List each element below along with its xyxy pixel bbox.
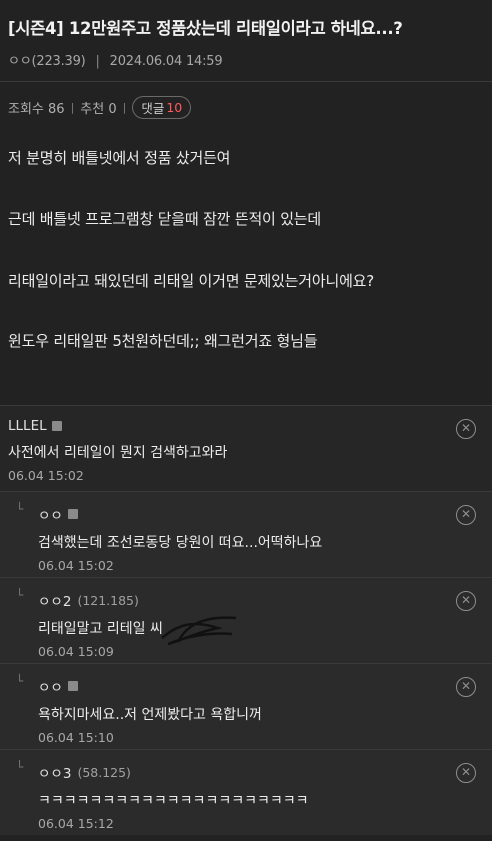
comment-author[interactable]: ㅇㅇ <box>38 676 262 696</box>
comment-author-name: LLLEL <box>8 418 47 434</box>
post-author[interactable]: ㅇㅇ(223.39) <box>8 54 86 69</box>
comment-author[interactable]: LLLEL <box>8 418 227 434</box>
comment-text: ㅋㅋㅋㅋㅋㅋㅋㅋㅋㅋㅋㅋㅋㅋㅋㅋㅋㅋㅋㅋㅋ <box>38 793 309 809</box>
comment-item: LLLEL 사전에서 리테일이 뭔지 검색하고와라 06.04 15:02 ✕ <box>0 405 492 491</box>
comment-item: └ ㅇㅇ 검색했는데 조선로동당 당원이 떠요...어떡하나요 06.04 15… <box>0 491 492 577</box>
post-body-line: 윈도우 리태일판 5천원하던데;; 왜그런거죠 형님들 <box>8 332 318 350</box>
post-body-line: 근데 배틀넷 프로그램창 닫을때 잠깐 뜬적이 있는데 <box>8 210 322 228</box>
post-title: [시즌4] 12만원주고 정품샀는데 리태일이라고 하네요...? <box>8 19 403 38</box>
post-header: [시즌4] 12만원주고 정품샀는데 리태일이라고 하네요...? ㅇㅇ(223… <box>0 0 492 82</box>
close-circle-icon[interactable]: ✕ <box>456 419 476 439</box>
user-badge-icon <box>67 509 78 519</box>
comment-time: 06.04 15:12 <box>38 816 114 831</box>
comment-ip: (121.185) <box>77 592 139 608</box>
close-circle-icon[interactable]: ✕ <box>456 677 476 697</box>
comment-time: 06.04 15:09 <box>38 644 114 659</box>
post-meta: ㅇㅇ(223.39) | 2024.06.04 14:59 <box>8 50 484 69</box>
comment-author-name: ㅇㅇ2 <box>38 594 72 610</box>
close-circle-icon[interactable]: ✕ <box>456 763 476 783</box>
stats-separator: | <box>122 101 127 114</box>
close-circle-icon[interactable]: ✕ <box>456 591 476 611</box>
post-body-line: 리태일이라고 돼있던데 리태일 이거면 문제있는거아니에요? <box>8 272 375 290</box>
recommend-count: 추천 0 <box>80 102 117 117</box>
reply-arrow-icon: └ <box>16 588 24 602</box>
comment-time: 06.04 15:02 <box>8 468 84 483</box>
close-circle-icon[interactable]: ✕ <box>456 505 476 525</box>
comment-text: 욕하지마세요..저 언제봤다고 욕합니꺼 <box>38 707 262 723</box>
comments-label: 댓글 <box>141 101 165 116</box>
comment-ip: (58.125) <box>77 764 131 780</box>
comment-item: └ ㅇㅇ 욕하지마세요..저 언제봤다고 욕합니꺼 06.04 15:10 ✕ <box>0 663 492 749</box>
post-date: 2024.06.04 14:59 <box>109 54 223 69</box>
scribble-redaction <box>161 616 237 646</box>
stats-separator: | <box>70 101 75 114</box>
comments-count: 10 <box>166 100 183 115</box>
comment-item: └ ㅇㅇ3 (58.125) ㅋㅋㅋㅋㅋㅋㅋㅋㅋㅋㅋㅋㅋㅋㅋㅋㅋㅋㅋㅋㅋ 06.… <box>0 749 492 835</box>
reply-arrow-icon: └ <box>16 502 24 516</box>
comments-button[interactable]: 댓글 10 <box>132 96 192 119</box>
post-body: 저 분명히 배틀넷에서 정품 샀거든여 근데 배틀넷 프로그램창 닫을때 잠깐 … <box>0 125 492 379</box>
user-badge-icon <box>51 421 62 431</box>
comment-text: 사전에서 리테일이 뭔지 검색하고와라 <box>8 445 228 461</box>
comment-text: 검색했는데 조선로동당 당원이 떠요...어떡하나요 <box>38 535 323 551</box>
views-count: 조회수 86 <box>8 102 65 117</box>
comment-list: LLLEL 사전에서 리테일이 뭔지 검색하고와라 06.04 15:02 ✕ … <box>0 405 492 835</box>
comment-author-name: ㅇㅇ <box>38 508 63 524</box>
comment-time: 06.04 15:02 <box>38 558 114 573</box>
comment-author[interactable]: ㅇㅇ3 (58.125) <box>38 762 308 783</box>
comment-author-name: ㅇㅇ <box>38 680 63 696</box>
reply-arrow-icon: └ <box>16 674 24 688</box>
comment-author[interactable]: ㅇㅇ <box>38 504 322 524</box>
comment-time: 06.04 15:10 <box>38 730 114 745</box>
reply-arrow-icon: └ <box>16 760 24 774</box>
comment-item: └ ㅇㅇ2 (121.185) 리태일말고 리테일 씨 06.04 15:09 … <box>0 577 492 663</box>
comment-text: 리태일말고 리테일 씨 <box>38 621 163 637</box>
comment-author-name: ㅇㅇ3 <box>38 766 72 782</box>
meta-separator: | <box>95 54 100 69</box>
comment-author[interactable]: ㅇㅇ2 (121.185) <box>38 590 163 611</box>
user-badge-icon <box>67 681 78 691</box>
post-body-line: 저 분명히 배틀넷에서 정품 샀거든여 <box>8 149 231 167</box>
post-stats: 조회수 86 | 추천 0 | 댓글 10 <box>0 82 492 125</box>
